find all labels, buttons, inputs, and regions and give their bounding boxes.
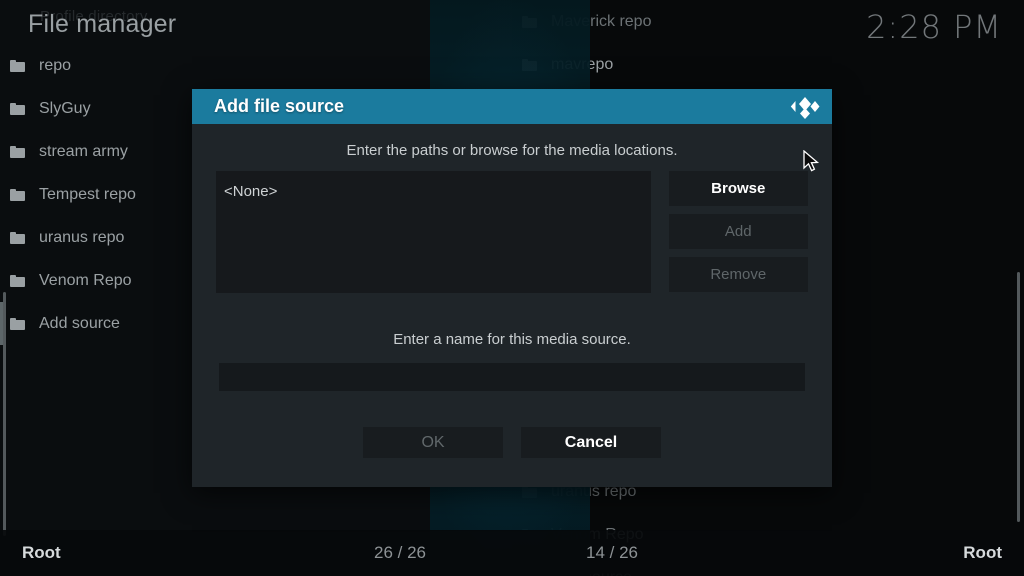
list-item-label: repo <box>39 56 72 74</box>
folder-icon <box>10 59 25 72</box>
list-item-label: Venom Repo <box>39 271 132 289</box>
ok-button[interactable]: OK <box>363 427 503 458</box>
left-status-count: 26 / 26 <box>374 543 426 562</box>
kodi-file-manager-screen: Profile directory File manager repo SlyGu… <box>0 0 1024 576</box>
dialog-name-hint: Enter a name for this media source. <box>393 331 631 348</box>
left-status-bar: Root 26 / 26 <box>0 530 512 576</box>
list-item-label: uranus repo <box>39 228 125 246</box>
add-button[interactable]: Add <box>668 214 808 249</box>
clock: 2:28 PM <box>866 8 1002 46</box>
folder-icon <box>10 231 25 244</box>
dialog-path-section: <None> Browse Add Remove <box>216 171 808 293</box>
folder-icon <box>10 317 25 330</box>
left-status-location: Root <box>22 543 61 562</box>
right-status-count: 14 / 26 <box>586 543 638 562</box>
right-pane-scrollbar[interactable] <box>1017 272 1020 522</box>
path-list[interactable]: <None> <box>216 171 651 293</box>
list-item-label: Add source <box>39 314 120 332</box>
folder-icon <box>10 102 25 115</box>
path-button-column: Browse Add Remove <box>668 171 808 293</box>
dialog-header: Add file source <box>192 89 832 124</box>
folder-icon <box>10 188 25 201</box>
folder-icon <box>10 145 25 158</box>
mouse-cursor <box>803 149 823 174</box>
list-item-label: SlyGuy <box>39 99 91 117</box>
folder-icon <box>10 274 25 287</box>
path-list-item[interactable]: <None> <box>224 183 651 200</box>
list-item-label: stream army <box>39 142 128 160</box>
left-pane-scrollbar[interactable] <box>3 292 6 536</box>
browse-button[interactable]: Browse <box>668 171 808 206</box>
add-file-source-dialog: Add file source Enter the paths or brows… <box>192 89 832 487</box>
left-pane-title: File manager <box>28 10 177 38</box>
list-item-label: Tempest repo <box>39 185 136 203</box>
kodi-logo-icon <box>790 94 820 120</box>
dialog-action-row: OK Cancel <box>192 427 832 458</box>
remove-button[interactable]: Remove <box>668 257 808 292</box>
right-status-bar: 14 / 26 Root <box>512 530 1024 576</box>
dialog-paths-hint: Enter the paths or browse for the media … <box>346 142 678 159</box>
right-status-location: Root <box>963 543 1002 562</box>
source-name-input[interactable] <box>219 363 805 391</box>
dialog-title: Add file source <box>214 96 345 116</box>
cancel-button[interactable]: Cancel <box>521 427 661 458</box>
